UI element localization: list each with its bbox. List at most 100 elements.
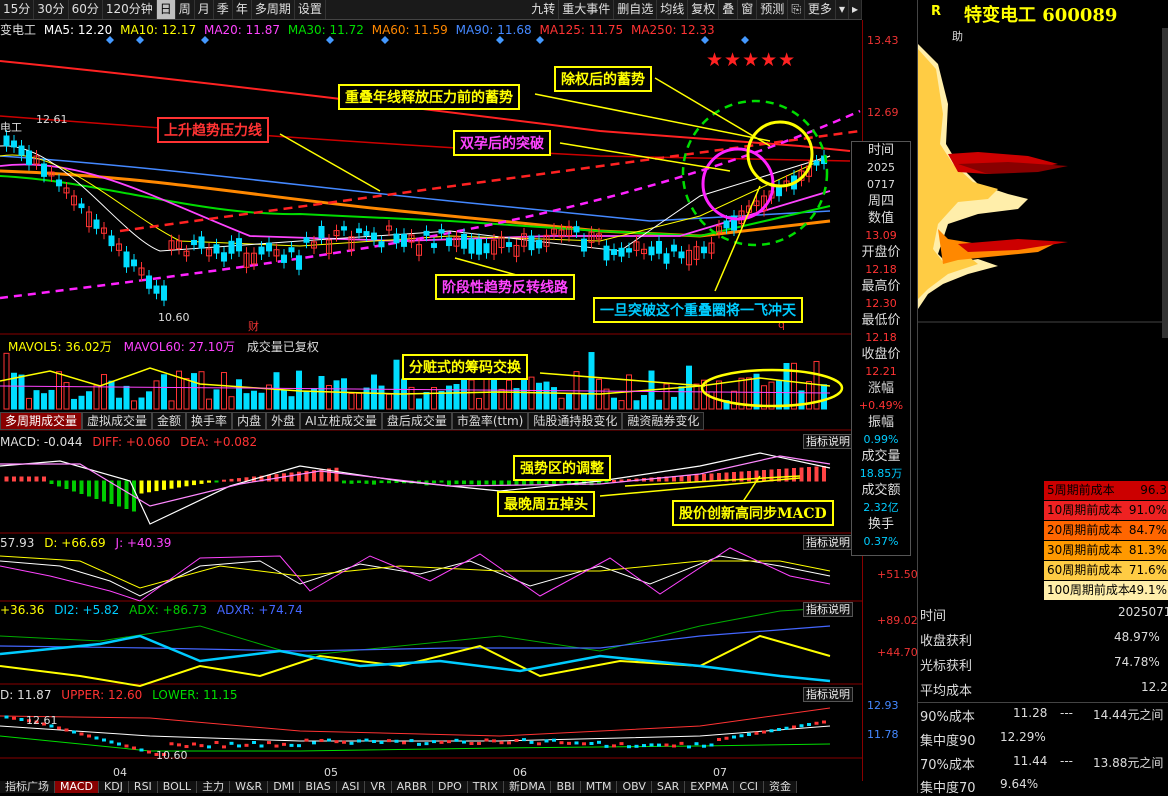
indicator-tab-20[interactable]: CCI [734, 781, 764, 793]
chip-scrollbar[interactable] [1162, 28, 1168, 338]
dropdown-icon[interactable]: ▾ [836, 0, 849, 19]
expand-icon[interactable]: ▸ [849, 0, 862, 19]
ma10-value: MA10: 12.17 [120, 23, 197, 37]
date-may: 05 [324, 766, 338, 779]
kdj-help-button[interactable]: 指标说明 [803, 535, 853, 550]
r-badge[interactable]: R [931, 4, 941, 19]
more-button[interactable]: 更多 [805, 0, 836, 19]
period-120min[interactable]: 120分钟 [103, 0, 157, 19]
indicator-tab-11[interactable]: ARBR [391, 781, 434, 793]
stock-name-short: 变电工 [0, 23, 37, 37]
period-month[interactable]: 月 [195, 0, 214, 19]
d-line [0, 555, 831, 589]
remove-watchlist-button[interactable]: 删自选 [614, 0, 658, 19]
info-close: 12.21 [865, 365, 897, 378]
mavol60-value: MAVOL60: 27.10万 [123, 340, 236, 354]
period-week[interactable]: 周 [176, 0, 195, 19]
chart-canvas[interactable] [0, 36, 862, 781]
adxr-value: ADXR: +74.74 [216, 603, 303, 617]
low-price-mark: 10.60 [158, 311, 190, 324]
indicator-tab-9[interactable]: ASI [336, 781, 366, 793]
multi-period-button[interactable]: 多周期 [252, 0, 295, 19]
k-line [0, 555, 831, 597]
indicator-tab-0[interactable]: 指标广场 [0, 781, 55, 793]
crosshair-info-box: 时间 2025 0717 周四 数值 13.09 开盘价 12.18 最高价 1… [851, 141, 911, 556]
indicator-tab-7[interactable]: DMI [268, 781, 301, 793]
indicator-tab-1[interactable]: MACD [55, 781, 99, 793]
kdj-legend: 57.93 D: +66.69 J: +40.39 [0, 536, 171, 550]
major-events-button[interactable]: 重大事件 [559, 0, 615, 19]
dmi-help-button[interactable]: 指标说明 [803, 602, 853, 617]
indicator-tab-16[interactable]: MTM [580, 781, 618, 793]
j-value: J: +40.39 [115, 536, 172, 550]
annotation-breakout: 一旦突破这个重叠圈将一飞冲天 [593, 297, 803, 323]
tab-ai-volume[interactable]: AI立桩成交量 [300, 412, 382, 430]
forecast-button[interactable]: 预测 [757, 0, 789, 19]
indicator-tab-10[interactable]: VR [365, 781, 392, 793]
tab-margin[interactable]: 融资融券变化 [622, 412, 705, 430]
info-low: 12.18 [865, 331, 897, 344]
c90-high: 14.44元之间 [1093, 708, 1164, 722]
cost-row-value: 84.7% [1128, 523, 1167, 537]
adjust-button[interactable]: 复权 [688, 0, 720, 19]
stat-avg-label: 平均成本 [920, 684, 973, 699]
tab-pe[interactable]: 市盈率(ttm) [451, 412, 529, 430]
period-60min[interactable]: 60分 [69, 0, 103, 19]
tab-amount[interactable]: 金额 [152, 412, 187, 430]
period-15min[interactable]: 15分 [0, 0, 35, 19]
period-year[interactable]: 年 [233, 0, 252, 19]
tab-virtual-volume[interactable]: 虚拟成交量 [82, 412, 153, 430]
annotation-annual-line: 重叠年线释放压力前的蓄势 [338, 84, 520, 110]
adx-value: ADX: +86.73 [129, 603, 208, 617]
period-30min[interactable]: 30分 [34, 0, 69, 19]
boll-help-button[interactable]: 指标说明 [803, 687, 853, 702]
macd-help-button[interactable]: 指标说明 [803, 434, 853, 449]
indicator-tab-8[interactable]: BIAS [300, 781, 337, 793]
stat-cursor-label: 光标获利 [920, 659, 973, 674]
axis-kdj: +51.50 [877, 568, 918, 581]
overlay-button[interactable]: 叠 [719, 0, 739, 19]
chip-chart [918, 44, 1168, 323]
annotation-macd-sync: 股价创新高同步MACD [672, 500, 834, 526]
indicator-tab-5[interactable]: 主力 [197, 781, 231, 793]
annotation-reversal: 阶段性趋势反转线路 [435, 274, 575, 300]
tab-multi-period-volume[interactable]: 多周期成交量 [0, 412, 83, 430]
indicator-tab-15[interactable]: BBI [551, 781, 581, 793]
info-date-md: 0717 [867, 178, 895, 191]
indicator-tab-17[interactable]: OBV [617, 781, 652, 793]
axis-price-mid: 12.69 [867, 106, 899, 119]
tab-northbound[interactable]: 陆股通持股变化 [528, 412, 623, 430]
axis-boll-high: 12.93 [867, 699, 899, 712]
indicator-tab-6[interactable]: W&R [230, 781, 269, 793]
tab-turnover[interactable]: 换手率 [186, 412, 233, 430]
indicator-tab-2[interactable]: KDJ [98, 781, 129, 793]
indicator-tab-13[interactable]: TRIX [467, 781, 504, 793]
cost-row-value: 49.1% [1128, 583, 1167, 597]
info-close-label: 收盘价 [861, 347, 901, 362]
ma-button[interactable]: 均线 [657, 0, 689, 19]
volume-legend: MAVOL5: 36.02万 MAVOL60: 27.10万 成交量已复权 [8, 338, 319, 355]
tab-after-hours[interactable]: 盘后成交量 [381, 412, 452, 430]
tab-inner[interactable]: 内盘 [232, 412, 267, 430]
window-button[interactable]: 窗 [738, 0, 758, 19]
period-day[interactable]: 日 [156, 0, 176, 19]
indicator-tab-14[interactable]: 新DMA [503, 781, 552, 793]
boll-upper-value: UPPER: 12.60 [61, 688, 143, 702]
indicator-tab-19[interactable]: EXPMA [685, 781, 735, 793]
indicator-tab-4[interactable]: BOLL [157, 781, 198, 793]
info-high-label: 最高价 [861, 279, 901, 294]
settings-button[interactable]: 设置 [295, 0, 326, 19]
info-change: +0.49% [858, 399, 904, 412]
indicator-tab-12[interactable]: DPO [433, 781, 468, 793]
info-time-label: 时间 [867, 143, 894, 158]
indicator-tab-18[interactable]: SAR [651, 781, 686, 793]
boll-upper [0, 707, 831, 737]
period-quarter[interactable]: 季 [214, 0, 233, 19]
indicator-tab-3[interactable]: RSI [128, 781, 158, 793]
cost-row: 20周期前成本 84.7% [1044, 521, 1168, 540]
tab-outer[interactable]: 外盘 [266, 412, 301, 430]
indicator-tab-21[interactable]: 资金 [764, 781, 797, 793]
copy-icon[interactable]: ⎘ [788, 0, 805, 19]
annotation-pressure-line: 上升趋势压力线 [157, 117, 269, 143]
jiuzhuan-button[interactable]: 九转 [528, 0, 560, 19]
